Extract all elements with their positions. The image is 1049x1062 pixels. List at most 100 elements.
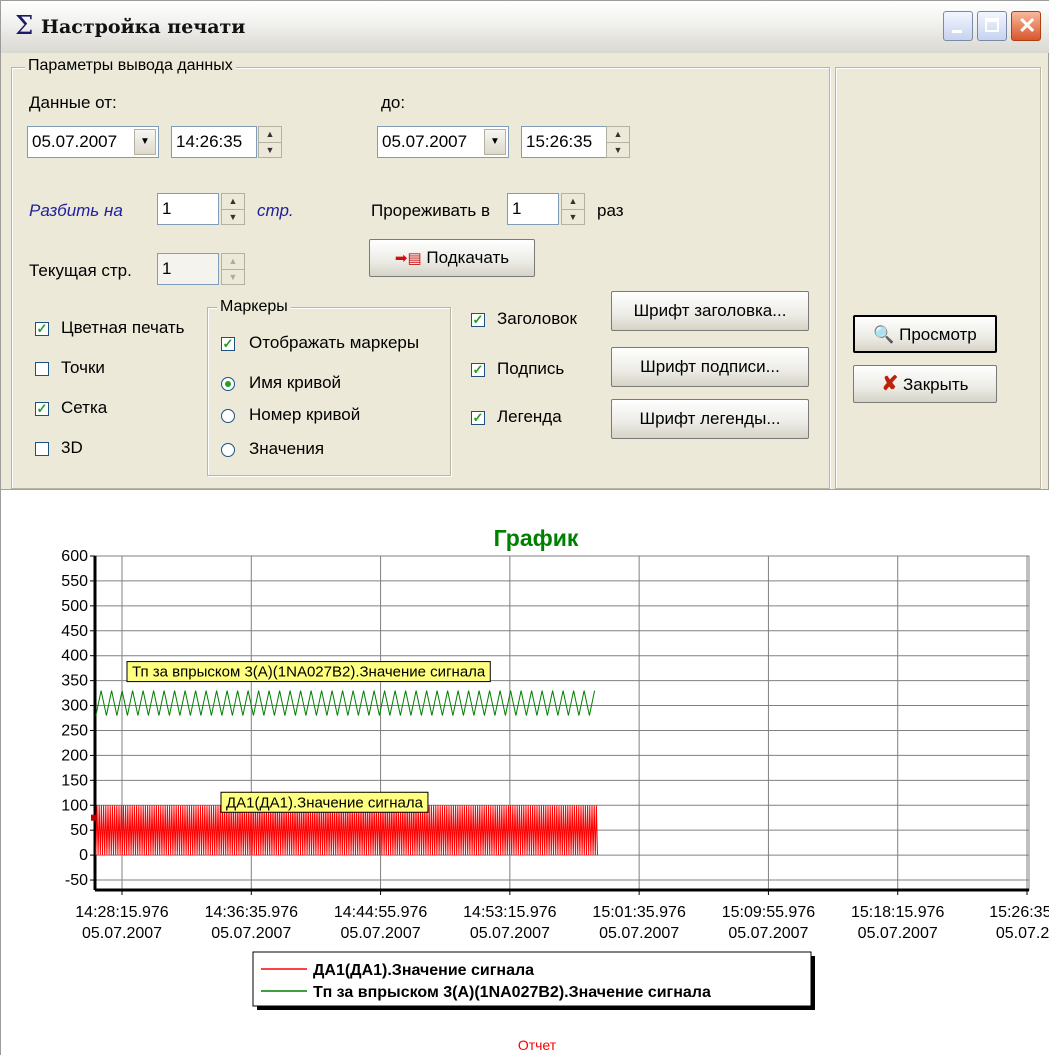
header-label: Заголовок [497,309,577,328]
split-pages-spinner[interactable]: ▲ ▼ [221,193,245,225]
split-label: Разбить на [29,201,123,220]
thin-label: Прореживать в [371,201,491,220]
color-print-checkbox[interactable]: ✓ [35,322,49,336]
title-bar[interactable]: Σ Настройка печати ✕ [1,1,1049,53]
to-date-picker[interactable]: 05.07.2007 ▼ [377,126,509,158]
load-button[interactable]: ➡▤ Подкачать [369,239,535,277]
legend-entry: Тп за впрыском 3(А)(1NA027В2).Значение с… [313,984,711,1001]
from-time-spinner[interactable]: ▲ ▼ [258,126,282,158]
x-tick-time: 14:44:55.976 [334,904,428,921]
minimize-button[interactable] [943,11,973,41]
close-window-button[interactable]: ✕ [1011,11,1041,41]
close-x-icon: ✕ [1018,13,1037,38]
thin-unit-label: раз [597,201,624,220]
markers-label: Маркеры [217,298,291,316]
split-pages-field[interactable]: 1 [157,193,219,225]
legend-label: Легенда [497,407,562,426]
color-print-label: Цветная печать [61,318,185,337]
chevron-down-icon[interactable]: ▼ [484,129,506,155]
print-settings-window: Σ Настройка печати ✕ Параметры вывода да… [0,0,1049,1057]
grid-checkbox[interactable]: ✓ [35,402,49,416]
y-tick-label: 550 [61,573,88,590]
x-tick-time: 15:26:35.9 [989,904,1049,921]
caption-label: Подпись [497,359,565,378]
3d-checkbox[interactable] [35,442,49,456]
show-markers-checkbox[interactable]: ✓ [221,337,235,351]
close-icon: ✘ [881,373,899,395]
from-label: Данные от: [29,93,117,112]
3d-label: 3D [61,438,83,457]
chevron-down-icon[interactable]: ▼ [134,129,156,155]
x-tick-time: 15:18:15.976 [851,904,945,921]
y-tick-label: 100 [61,797,88,814]
marker-label-text: Тп за впрыском 3(А)(1NA027В2).Значение с… [132,664,486,681]
y-tick-label: 600 [61,548,88,565]
radio-values[interactable] [221,443,235,457]
x-axis: 14:28:15.976 05.07.2007 14:36:35.976 05.07.… [75,888,1049,942]
x-tick-time: 15:01:35.976 [592,904,686,921]
caption-font-button[interactable]: Шрифт подписи... [611,347,809,387]
current-page-spinner[interactable]: ▲ ▼ [221,253,245,285]
marker-point [91,814,97,821]
points-label: Точки [61,358,105,377]
split-unit-label: стр. [257,201,294,220]
y-tick-label: 450 [61,623,88,640]
legend-font-button[interactable]: Шрифт легенды... [611,399,809,439]
to-time-spinner[interactable]: ▲ ▼ [606,126,630,158]
preview-button[interactable]: 🔍 Просмотр [853,315,997,353]
maximize-icon [985,18,999,32]
x-tick-date: 05.07.2007 [728,925,808,942]
minimize-icon [952,30,962,33]
header-checkbox[interactable]: ✓ [471,313,485,327]
x-tick-date: 05.07.2007 [599,925,679,942]
y-axis: 600550500450400350300250200150100500-50 [61,548,97,890]
from-time-field[interactable]: 14:26:35 [171,126,257,158]
x-tick-date: 05.07.2007 [82,925,162,942]
y-tick-label: 500 [61,598,88,615]
current-page-label: Текущая стр. [29,261,132,280]
x-tick-date: 05.07.2007 [858,925,938,942]
thin-factor-field[interactable]: 1 [507,193,559,225]
radio-values-label: Значения [249,439,325,458]
x-tick-date: 05.07.20 [996,925,1049,942]
radio-curve-name[interactable] [221,377,235,391]
from-date-picker[interactable]: 05.07.2007 ▼ [27,126,159,158]
caption-checkbox[interactable]: ✓ [471,363,485,377]
radio-curve-name-label: Имя кривой [249,373,342,392]
y-tick-label: 250 [61,722,88,739]
y-tick-label: 50 [70,822,88,839]
output-params-label: Параметры вывода данных [25,57,236,75]
maximize-button[interactable] [977,11,1007,41]
chart-title: График [494,525,579,551]
y-tick-label: 200 [61,747,88,764]
y-tick-label: 400 [61,648,88,665]
current-page-field[interactable]: 1 [157,253,219,285]
close-button[interactable]: ✘ Закрыть [853,365,997,403]
grid-label: Сетка [61,398,108,417]
marker-label-text: ДА1(ДА1).Значение сигнала [226,794,424,811]
radio-curve-number-label: Номер кривой [249,405,361,424]
window-title: Настройка печати [41,16,246,38]
to-time-field[interactable]: 15:26:35 [521,126,607,158]
y-tick-label: 150 [61,772,88,789]
x-tick-date: 05.07.2007 [211,925,291,942]
x-tick-time: 14:28:15.976 [75,904,169,921]
thin-factor-spinner[interactable]: ▲ ▼ [561,193,585,225]
y-tick-label: 0 [79,847,88,864]
radio-curve-number[interactable] [221,409,235,423]
legend-entry: ДА1(ДА1).Значение сигнала [313,962,534,979]
y-tick-label: 350 [61,673,88,690]
chart-area: График 600 550 500 450 400 350 300 250 200 150 100… [1,489,1049,1057]
chart-footer: Отчет [518,1037,557,1053]
sigma-icon: Σ [15,11,34,41]
y-tick-label: -50 [65,872,88,889]
x-tick-date: 05.07.2007 [470,925,550,942]
x-tick-time: 14:36:35.976 [205,904,299,921]
legend-checkbox[interactable]: ✓ [471,411,485,425]
chart: График 600550500450400350300250200150100… [61,523,1049,1053]
y-tick-label: 300 [61,698,88,715]
points-checkbox[interactable] [35,362,49,376]
chart-legend: ДА1(ДА1).Значение сигнала Тп за впрыском … [252,951,815,1010]
header-font-button[interactable]: Шрифт заголовка... [611,291,809,331]
x-tick-time: 15:09:55.976 [722,904,816,921]
